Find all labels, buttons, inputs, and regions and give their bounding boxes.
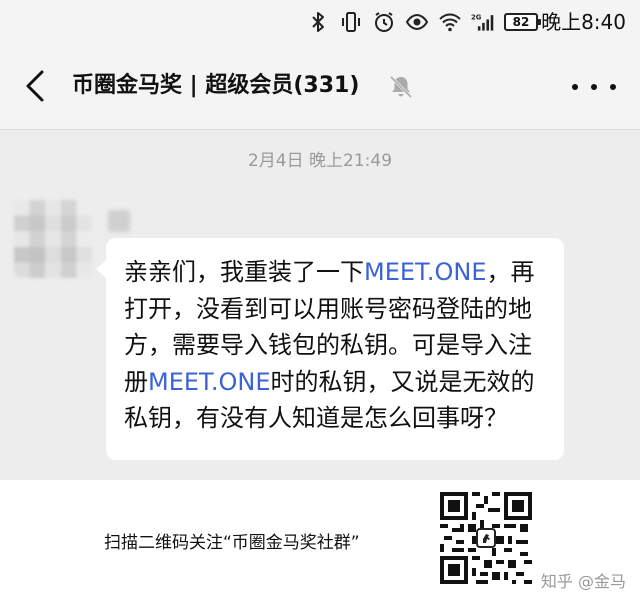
alarm-icon	[375, 12, 393, 32]
status-icons: 2G 82	[306, 9, 541, 35]
text-segment: 时的私钥，又说是无效的	[270, 367, 535, 396]
message-bubble[interactable]: 亲亲们，我重装了一下MEET.ONE，再 打开，没看到可以用账号密码登陆的地 方…	[96, 238, 564, 460]
horse-logo-icon	[476, 528, 496, 548]
bell-off-icon	[389, 75, 413, 99]
message-line-4: 册MEET.ONE时的私钥，又说是无效的	[124, 364, 550, 401]
eye-icon	[405, 13, 429, 31]
message-line-5: 私钥，有没有人知道是怎么回事呀？	[124, 404, 508, 432]
dot	[572, 84, 578, 90]
horse-head-icon	[483, 534, 490, 543]
more-dots-icon[interactable]	[572, 70, 616, 104]
message-timestamp: 2月4日 晚上21:49	[247, 151, 393, 171]
dot	[610, 84, 616, 90]
svg-text:2G: 2G	[471, 13, 482, 21]
wifi-icon	[439, 13, 461, 32]
link-meet-one[interactable]: MEET.ONE	[148, 368, 270, 396]
status-time: 晚上8:40	[541, 10, 626, 34]
text-segment: ，再	[486, 258, 535, 286]
signal-icon: 2G	[471, 13, 494, 31]
link-meet-one[interactable]: MEET.ONE	[364, 258, 486, 286]
text-segment: 亲亲们，我重装了一下	[124, 258, 364, 286]
scan-qr-text: 扫描二维码关注“币圈金马奖社群”	[104, 533, 360, 553]
bluetooth-icon	[312, 12, 324, 32]
message-line-2: 打开，没看到可以用账号密码登陆的地	[124, 294, 532, 323]
chat-title: 币圈金马奖 | 超级会员(331)	[72, 73, 360, 98]
chat-header: 币圈金马奖 | 超级会员(331)	[0, 44, 640, 130]
dot	[591, 84, 597, 90]
vibrate-icon	[342, 12, 360, 32]
battery-icon: 82	[504, 13, 541, 31]
message-line-3: 方，需要导入钱包的私钥。可是导入注	[124, 331, 532, 359]
promo-banner: 扫描二维码关注“币圈金马奖社群” 知乎 @金马	[0, 480, 640, 604]
zhihu-watermark: 知乎 @金马	[540, 572, 626, 591]
sender-name-blurred	[108, 210, 130, 232]
battery-level: 82	[512, 15, 530, 29]
text-segment: 册	[124, 367, 148, 396]
chevron-left-icon[interactable]	[20, 66, 54, 106]
avatar[interactable]	[14, 200, 92, 278]
status-bar: 2G 82 晚上8:40	[0, 0, 640, 44]
message-line-1: 亲亲们，我重装了一下MEET.ONE，再	[124, 254, 550, 291]
